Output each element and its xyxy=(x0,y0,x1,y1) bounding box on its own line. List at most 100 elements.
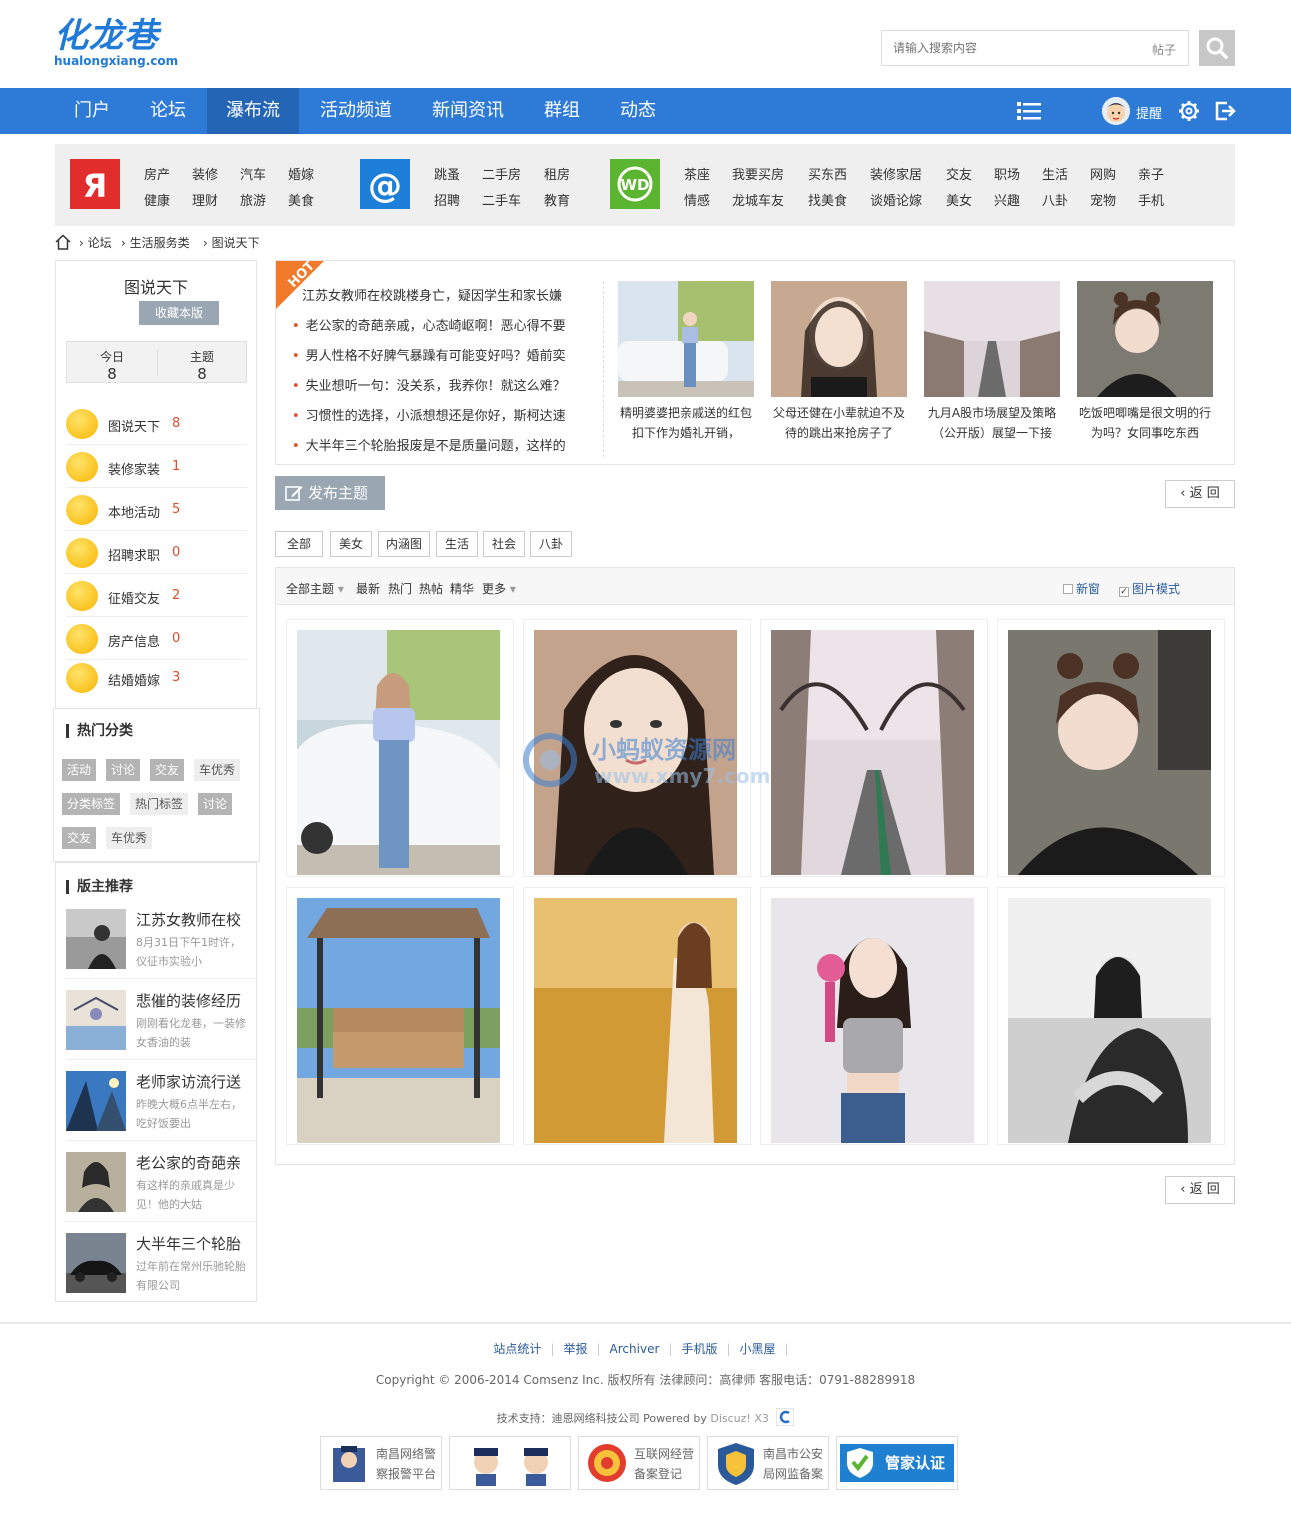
picture-card[interactable] xyxy=(997,887,1225,1145)
gear-icon[interactable] xyxy=(1178,100,1200,122)
cat-link[interactable]: 房产 xyxy=(144,164,170,183)
filter-tab-society[interactable]: 社会 xyxy=(483,531,525,557)
cat-link[interactable]: 租房 xyxy=(544,164,570,183)
tag[interactable]: 交友 xyxy=(150,759,185,781)
back-button[interactable]: ‹ 返 回 xyxy=(1165,480,1235,508)
logout-icon[interactable] xyxy=(1214,100,1236,122)
nav-item-activity[interactable]: 活动频道 xyxy=(302,88,410,134)
hot-pic-caption[interactable]: 吃饭吧唧嘴是很文明的行 为吗？女同事吃东西 xyxy=(1075,403,1215,443)
picture-card[interactable] xyxy=(286,887,514,1145)
cat-link[interactable]: 汽车 xyxy=(240,164,266,183)
cat-link[interactable]: 教育 xyxy=(544,190,570,209)
cat-link[interactable]: 我要买房 xyxy=(732,164,784,183)
cat-link[interactable]: 兴趣 xyxy=(994,190,1020,209)
nav-item-groups[interactable]: 群组 xyxy=(527,88,597,134)
cat-link[interactable]: 跳蚤 xyxy=(434,164,460,183)
picture-card[interactable] xyxy=(286,619,514,877)
picture-card[interactable] xyxy=(760,887,988,1145)
hot-topic-link[interactable]: 习惯性的选择，小派想想还是你好，斯柯达速 xyxy=(306,409,566,424)
hot-topic-link[interactable]: 江苏女教师在校跳楼身亡，疑因学生和家长嫌 xyxy=(302,285,562,304)
board-item[interactable]: 图说天下 8 xyxy=(66,403,247,445)
cat-link[interactable]: 美女 xyxy=(946,190,972,209)
nav-item-waterfall[interactable]: 瀑布流 xyxy=(207,88,299,134)
cat-link[interactable]: 交友 xyxy=(946,164,972,183)
cat-link[interactable]: 宠物 xyxy=(1090,190,1116,209)
sort-hot-post[interactable]: 热帖 xyxy=(419,580,443,597)
nav-item-portal[interactable]: 门户 xyxy=(56,88,128,134)
tag[interactable]: 活动 xyxy=(62,759,97,781)
hot-pic-caption[interactable]: 九月A股市场展望及策略 （公开版）展望一下接 xyxy=(922,403,1062,443)
hot-pic-caption[interactable]: 精明婆婆把亲戚送的红包 扣下作为婚礼开销， xyxy=(616,403,756,443)
hot-topic-link[interactable]: 男人性格不好脾气暴躁有可能变好吗？婚前奕 xyxy=(306,349,566,364)
cat-link[interactable]: 生活 xyxy=(1042,164,1068,183)
hot-topic-link[interactable]: 老公家的奇葩亲戚，心态崎岖啊！恶心得不要 xyxy=(306,319,566,334)
guanjia-verify-badge[interactable]: 管家认证 xyxy=(836,1436,958,1490)
hot-pic-image[interactable] xyxy=(1077,281,1213,397)
hot-topic-link[interactable]: 大半年三个轮胎报废是不是质量问题，这样的 xyxy=(306,439,566,454)
hot-topic-row[interactable]: • 习惯性的选择，小派想想还是你好，斯柯达速 xyxy=(292,405,566,424)
recommend-item[interactable]: 老公家的奇葩亲 有这样的亲戚真是少见！他的大姑 xyxy=(66,1144,256,1222)
footer-link-mobile[interactable]: 手机版 xyxy=(681,1342,717,1356)
more-dropdown[interactable]: 更多 ▾ xyxy=(482,580,516,597)
board-item[interactable]: 征婚交友 2 xyxy=(66,575,247,617)
ic-registration-badge[interactable]: 互联网经营 备案登记 xyxy=(578,1436,700,1490)
nav-item-feed[interactable]: 动态 xyxy=(603,88,673,134)
cat-link[interactable]: 谈婚论嫁 xyxy=(870,190,922,209)
board-item[interactable]: 本地活动 5 xyxy=(66,489,247,531)
cat-link[interactable]: 理财 xyxy=(192,190,218,209)
recommend-item[interactable]: 老师家访流行送 昨晚大概6点半左右，吃好饭要出 xyxy=(66,1063,256,1141)
discuz-link[interactable]: Discuz! X3 xyxy=(710,1412,769,1425)
picture-card[interactable] xyxy=(760,619,988,877)
hot-topic-link[interactable]: 失业想听一句：没关系，我养你！就这么难？ xyxy=(306,379,566,394)
picture-card[interactable] xyxy=(523,887,751,1145)
sort-hot[interactable]: 热门 xyxy=(388,580,412,597)
tag[interactable]: 车优秀 xyxy=(106,827,153,849)
cat-link[interactable]: 二手房 xyxy=(482,164,521,183)
cat-link[interactable]: 职场 xyxy=(994,164,1020,183)
hot-pic-image[interactable] xyxy=(771,281,907,397)
board-item[interactable]: 招聘求职 0 xyxy=(66,532,247,574)
cat-link[interactable]: 健康 xyxy=(144,190,170,209)
hot-topic-row[interactable]: • 老公家的奇葩亲戚，心态崎岖啊！恶心得不要 xyxy=(292,315,566,334)
filter-tab-life[interactable]: 生活 xyxy=(436,531,478,557)
remind-link[interactable]: 提醒 xyxy=(1136,103,1162,122)
breadcrumb-forum[interactable]: 论坛 xyxy=(88,236,112,250)
hot-pic-image[interactable] xyxy=(618,281,754,397)
cat-link[interactable]: 二手车 xyxy=(482,190,521,209)
hot-topic-row[interactable]: • 大半年三个轮胎报废是不是质量问题，这样的 xyxy=(292,435,566,454)
board-item[interactable]: 结婚婚嫁 3 xyxy=(66,657,247,699)
breadcrumb-category[interactable]: 生活服务类 xyxy=(130,236,190,250)
hot-topic-row[interactable]: • 失业想听一句：没关系，我养你！就这么难？ xyxy=(292,375,566,394)
footer-link-archiver[interactable]: Archiver xyxy=(610,1342,660,1356)
tag[interactable]: 交友 xyxy=(62,827,97,849)
board-item[interactable]: 装修家装 1 xyxy=(66,446,247,488)
cat-link[interactable]: 亲子 xyxy=(1138,164,1164,183)
cat-link[interactable]: 装修家居 xyxy=(870,164,922,183)
tag[interactable]: 讨论 xyxy=(106,759,141,781)
new-window-checkbox[interactable]: 新窗 xyxy=(1063,580,1100,597)
picture-card[interactable] xyxy=(997,619,1225,877)
favorite-board-button[interactable]: 收藏本版 xyxy=(139,301,219,325)
filter-tab-beauty[interactable]: 美女 xyxy=(330,531,372,557)
footer-link-stats[interactable]: 站点统计 xyxy=(493,1342,541,1356)
cat-link[interactable]: 八卦 xyxy=(1042,190,1068,209)
cat-link[interactable]: 龙城车友 xyxy=(732,190,784,209)
hot-topic-row[interactable]: • 男人性格不好脾气暴躁有可能变好吗？婚前奕 xyxy=(292,345,566,364)
discuz-logo-icon[interactable] xyxy=(775,1407,795,1427)
tag[interactable]: 车优秀 xyxy=(194,759,241,781)
nav-item-news[interactable]: 新闻资讯 xyxy=(414,88,522,134)
sort-digest[interactable]: 精华 xyxy=(450,580,474,597)
hot-pic-image[interactable] xyxy=(924,281,1060,397)
tag[interactable]: 分类标签 xyxy=(62,793,121,815)
hot-pic-caption[interactable]: 父母还健在小辈就迫不及 待的跳出来抢房子了 xyxy=(769,403,909,443)
user-avatar[interactable] xyxy=(1102,97,1130,125)
list-icon[interactable] xyxy=(1017,100,1041,122)
cat-link[interactable]: 网购 xyxy=(1090,164,1116,183)
recommend-item[interactable]: 大半年三个轮胎 过年前在常州乐驰轮胎有限公司 xyxy=(66,1225,256,1303)
search-type-select[interactable]: 帖子 xyxy=(1152,41,1176,58)
footer-link-report[interactable]: 举报 xyxy=(563,1342,587,1356)
cat-link[interactable]: 旅游 xyxy=(240,190,266,209)
filter-tab-gossip[interactable]: 八卦 xyxy=(530,531,572,557)
cat-link[interactable]: 买东西 xyxy=(808,164,847,183)
cat-link[interactable]: 手机 xyxy=(1138,190,1164,209)
